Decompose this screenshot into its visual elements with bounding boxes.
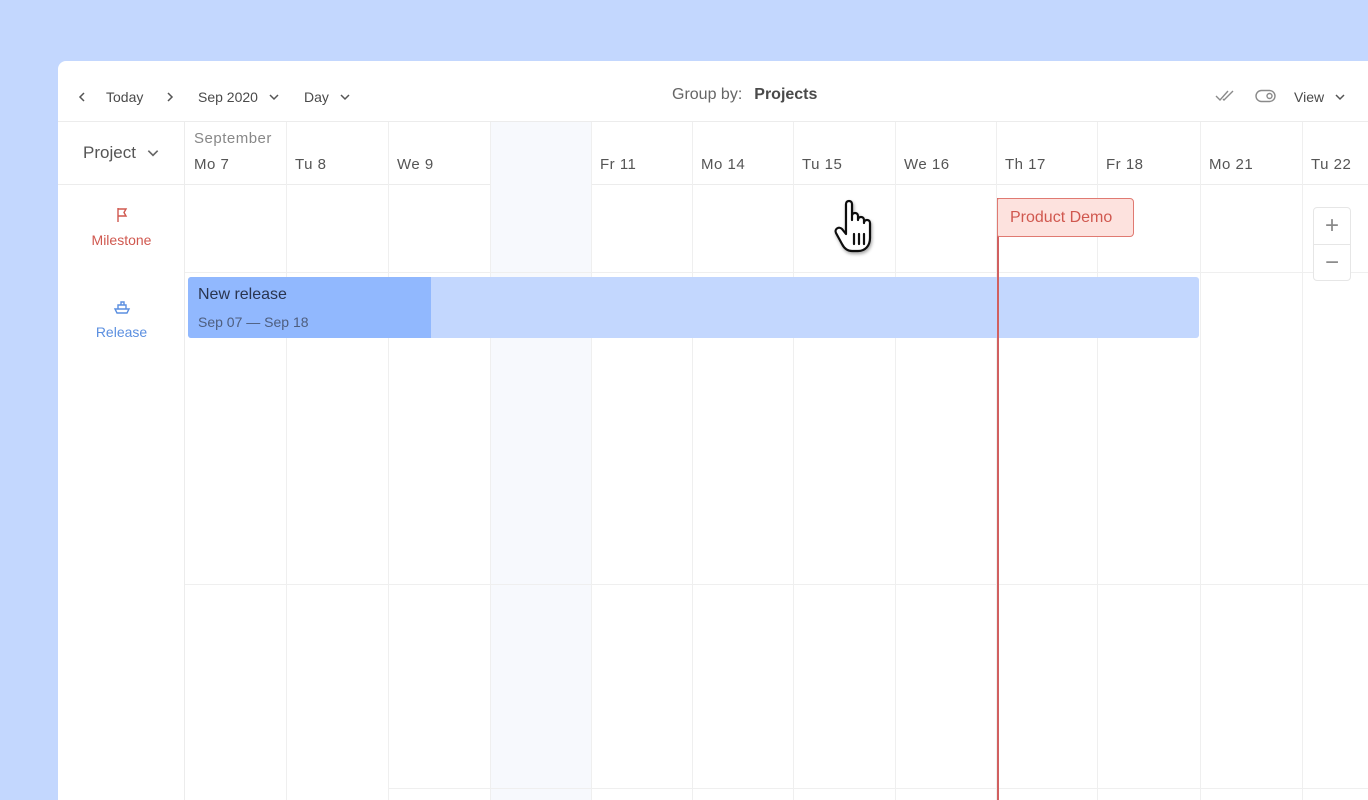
month-heading: September (194, 130, 272, 147)
day-header: Mo 21 (1209, 156, 1253, 173)
toolbar: Today Sep 2020 Day Group by: Projects Vi… (58, 61, 1368, 122)
day-header: Mo 7 (194, 156, 229, 173)
release-label: Release (95, 324, 148, 340)
row-divider (185, 584, 1368, 585)
timeline-grid[interactable]: New release Sep 07 — Sep 18 Product Demo (185, 122, 1368, 800)
view-label: View (1294, 89, 1325, 105)
day-label: Tu 22 (1311, 156, 1352, 173)
double-check-icon[interactable] (1215, 89, 1237, 103)
zoom-control: + − (1313, 207, 1351, 281)
day-header: Mo 14 (701, 156, 745, 173)
chevron-down-icon (146, 146, 160, 160)
ship-icon (113, 298, 131, 316)
scale-label: Day (304, 89, 329, 105)
column-divider (286, 122, 287, 800)
view-selector[interactable]: View (1294, 89, 1346, 105)
chevron-down-icon (1334, 91, 1346, 103)
day-label: Mo 21 (1209, 156, 1254, 173)
milestone-chip[interactable]: Product Demo (997, 198, 1134, 237)
day-header: Tu 15 (802, 156, 842, 173)
day-header: Tu 8 (295, 156, 326, 173)
chevron-down-icon (339, 91, 351, 103)
day-header: We 9 (397, 156, 434, 173)
month-label: Sep 2020 (198, 89, 258, 105)
release-title: New release (198, 286, 287, 303)
day-header: Fr 18 (1106, 156, 1144, 173)
zoom-in-button[interactable]: + (1314, 208, 1350, 244)
month-selector[interactable]: Sep 2020 (198, 89, 280, 105)
day-label: We 16 (904, 156, 950, 173)
row-label-release[interactable]: Release (58, 298, 185, 340)
chevron-down-icon (268, 91, 280, 103)
project-column: Project Milestone Release (58, 122, 185, 800)
project-selector[interactable]: Project (58, 122, 185, 185)
zoom-out-button[interactable]: − (1314, 244, 1350, 280)
release-dates: Sep 07 — Sep 18 (198, 314, 309, 330)
column-divider (1200, 122, 1201, 800)
project-label: Project (83, 143, 136, 162)
day-label: Tu 15 (802, 156, 843, 173)
today-button[interactable]: Today (106, 89, 143, 105)
toggle-icon[interactable] (1255, 89, 1277, 103)
milestone-title: Product Demo (1010, 208, 1113, 226)
milestone-line (997, 198, 999, 800)
day-label: Mo 14 (701, 156, 746, 173)
column-divider (895, 122, 896, 800)
group-by-value[interactable]: Projects (754, 86, 817, 104)
day-header: Th 17 (1005, 156, 1046, 173)
column-divider (591, 122, 592, 800)
date-header: September Mo 7Tu 8We 9Th10Fr 11Mo 14Tu 1… (185, 122, 1368, 185)
hand-cursor-icon (834, 199, 872, 253)
planner-window: Today Sep 2020 Day Group by: Projects Vi… (58, 61, 1368, 800)
day-label: Mo 7 (194, 156, 230, 173)
column-divider (490, 122, 491, 800)
day-header: Fr 11 (600, 156, 636, 173)
row-label-milestone[interactable]: Milestone (58, 206, 185, 248)
day-header: We 16 (904, 156, 950, 173)
day-label: Tu 8 (295, 156, 327, 173)
scale-selector[interactable]: Day (304, 89, 351, 105)
row-divider (388, 788, 1368, 789)
column-divider (388, 122, 389, 800)
prev-icon[interactable] (76, 91, 88, 103)
day-label: Fr 18 (1106, 156, 1144, 173)
next-icon[interactable] (164, 91, 176, 103)
release-bar[interactable]: New release Sep 07 — Sep 18 (188, 277, 1199, 338)
day-label: Fr 11 (600, 156, 637, 173)
flag-icon (113, 206, 131, 224)
group-by[interactable]: Group by: Projects (672, 86, 817, 104)
day-header: Tu 22 (1311, 156, 1351, 173)
column-divider (793, 122, 794, 800)
column-divider (1302, 122, 1303, 800)
column-divider (692, 122, 693, 800)
milestone-label: Milestone (91, 232, 152, 248)
day-label: Th 17 (1005, 156, 1046, 173)
group-by-label: Group by: (672, 86, 743, 103)
today-column (490, 122, 591, 800)
day-label: We 9 (397, 156, 434, 173)
row-divider (185, 272, 1368, 273)
